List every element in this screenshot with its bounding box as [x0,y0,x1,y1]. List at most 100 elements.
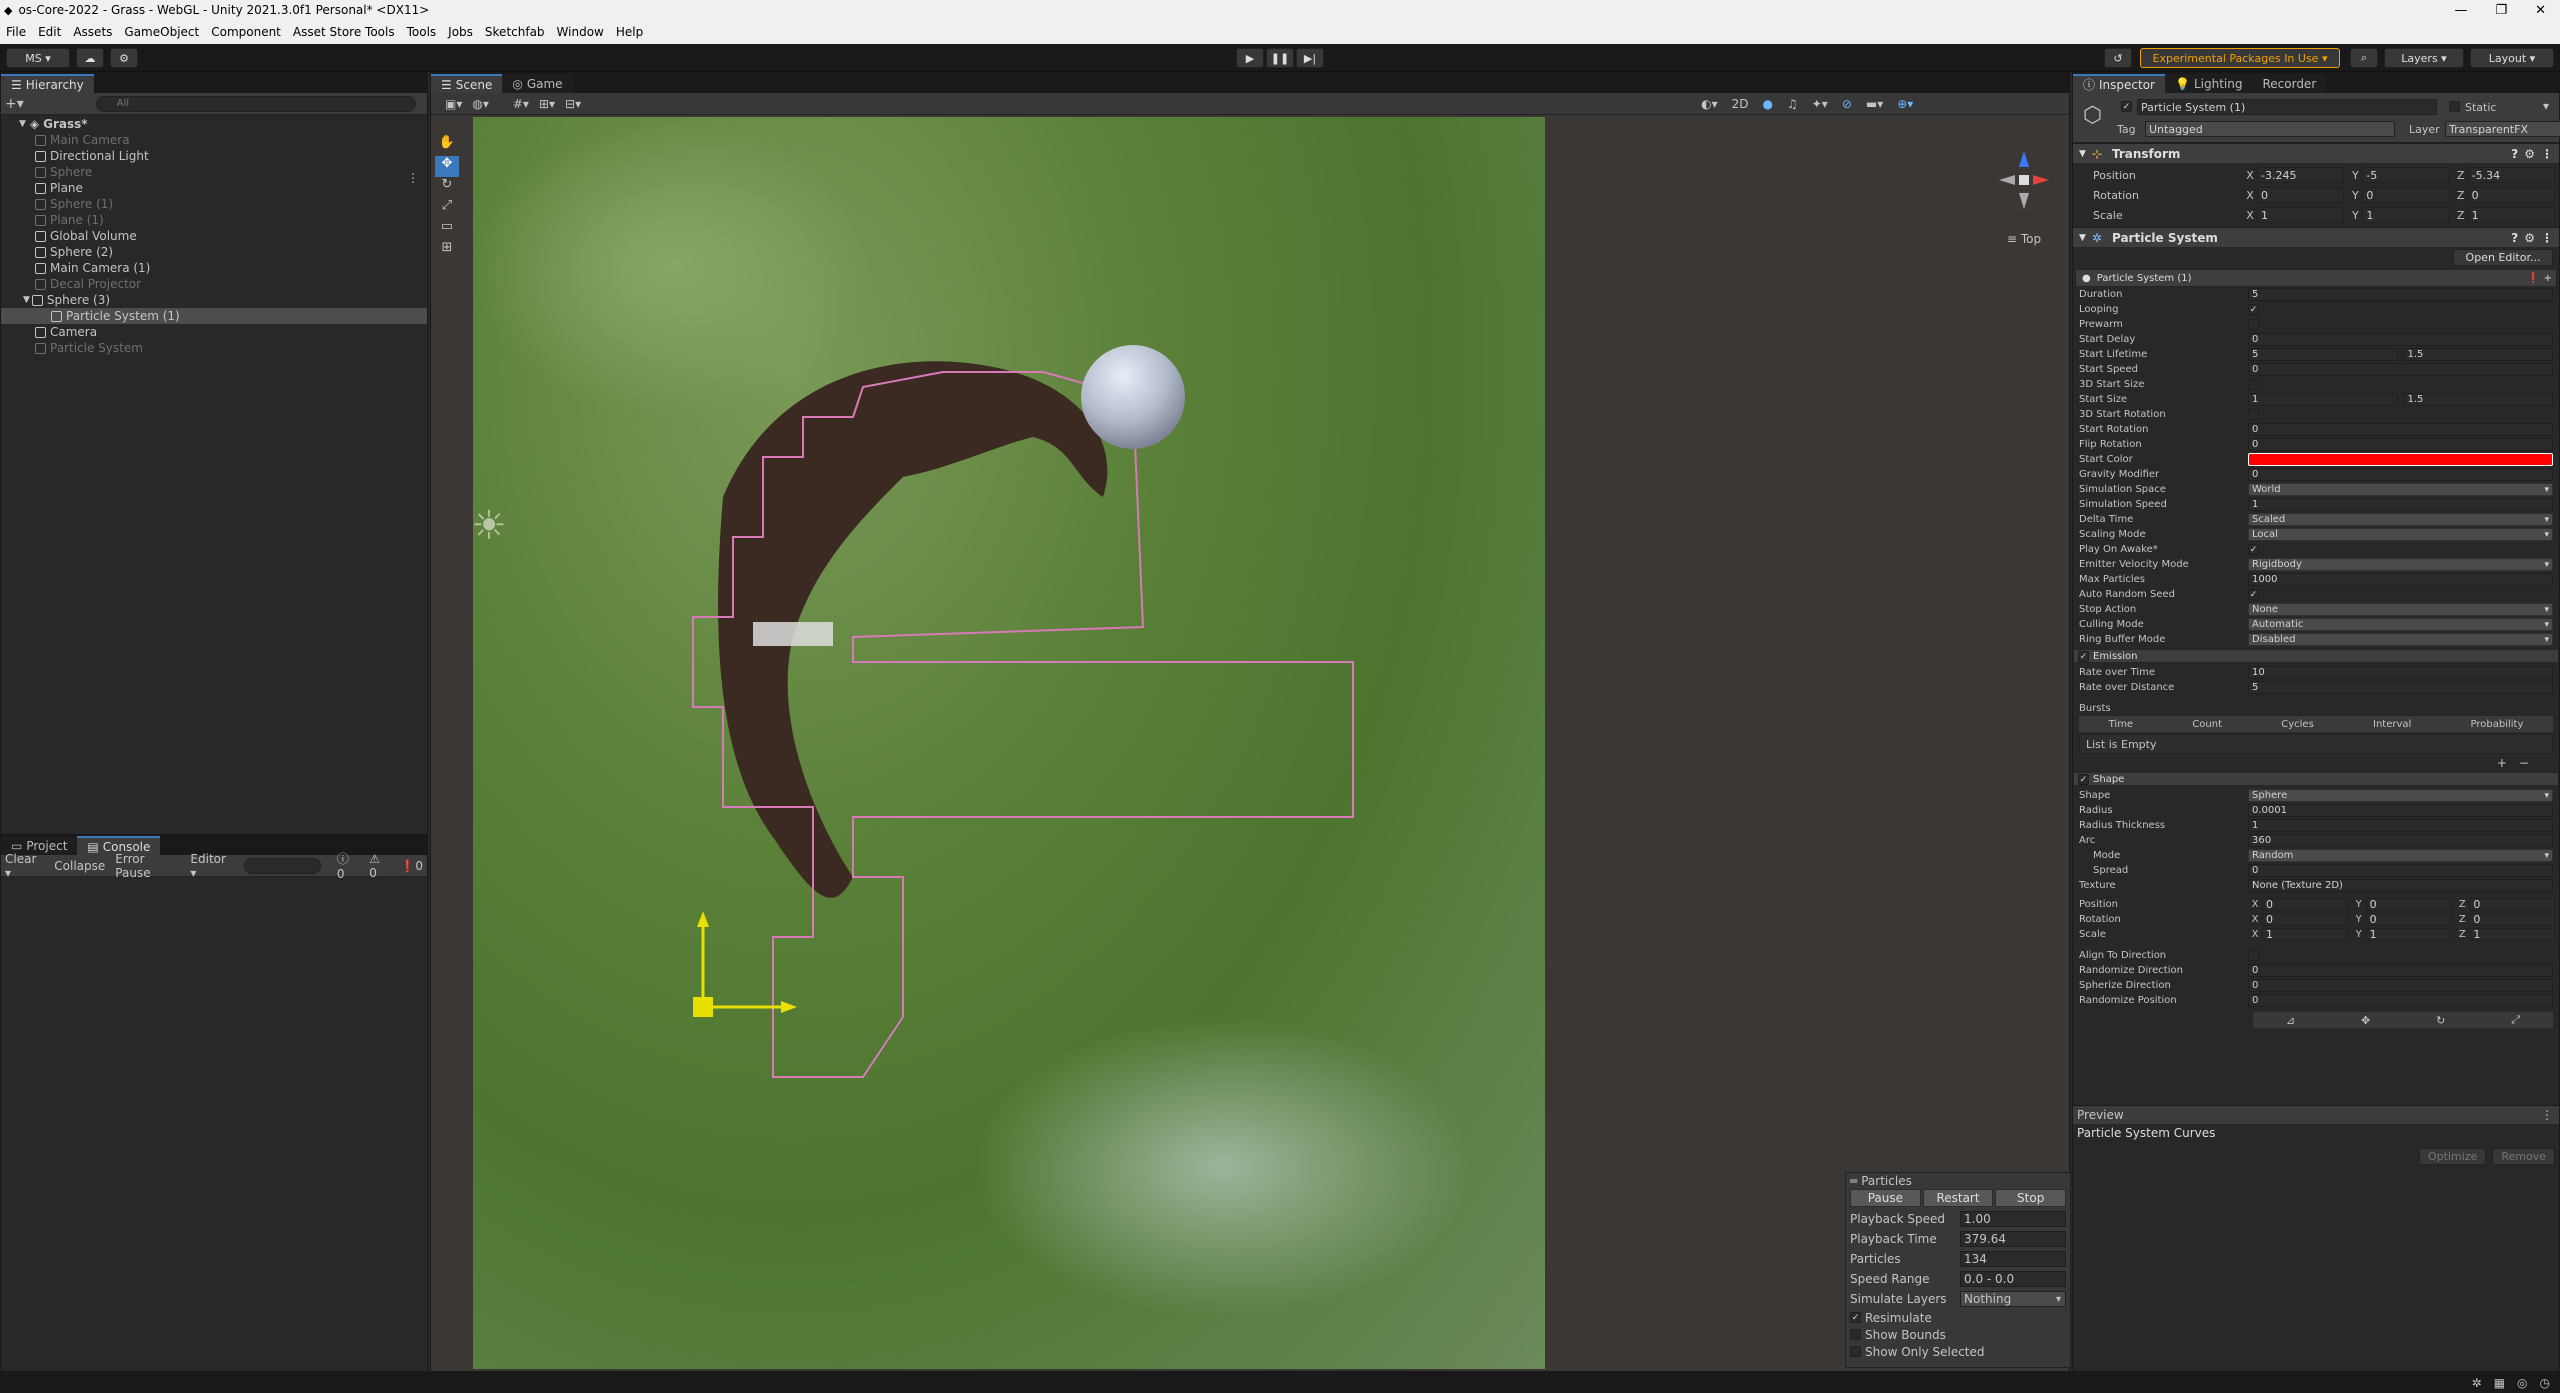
ps-field[interactable]: 10 [2248,666,2553,679]
pause-button[interactable]: ❚❚ [1266,48,1294,68]
layers-dropdown[interactable]: Layers ▾ [2384,48,2464,68]
vector-z-field[interactable]: 1 [2469,928,2556,941]
ps-field[interactable]: 5 [2248,288,2553,301]
main-module-header[interactable]: ● Particle System (1) ❗ + [2075,269,2557,287]
ps-field[interactable]: 0.0001 [2248,804,2553,817]
ps-dropdown[interactable]: Sphere ▾ [2248,789,2553,802]
ps-checkbox[interactable]: ✓ [2248,544,2259,555]
hierarchy-item[interactable]: Plane (1) [1,212,427,228]
settings-icon[interactable]: ⚙ [2524,231,2535,245]
ps-min-field[interactable]: 5 [2248,348,2398,361]
stop-particles-button[interactable]: Stop [1995,1189,2067,1207]
vector-z-field[interactable]: -5.34 [2467,167,2555,183]
ps-field[interactable]: 0 [2248,333,2553,346]
settings-icon[interactable]: ⚙ [2524,147,2535,161]
hierarchy-item[interactable]: Particle System (1) [1,308,427,324]
static-dropdown-icon[interactable]: ▾ [2543,99,2549,113]
menu-sketchfab[interactable]: Sketchfab [485,25,545,39]
emission-checkbox[interactable]: ✓ [2078,650,2089,662]
particles-stat-value[interactable]: Nothing ▾ [1960,1291,2066,1307]
menu-component[interactable]: Component [211,25,281,39]
vector-x-field[interactable]: 1 [2262,928,2348,941]
ps-dropdown[interactable]: None ▾ [2248,603,2553,616]
vector-z-field[interactable]: 0 [2469,898,2556,911]
open-editor-button[interactable]: Open Editor... [2453,249,2553,266]
start-color-swatch[interactable] [2248,453,2553,466]
vector-y-field[interactable]: 1 [2365,928,2452,941]
hierarchy-more-icon[interactable]: ⋮ [407,171,419,185]
ps-field[interactable]: 0 [2248,423,2553,436]
ps-dropdown[interactable]: Random ▾ [2248,849,2553,862]
ps-checkbox[interactable] [2248,950,2259,961]
menu-assets[interactable]: Assets [73,25,112,39]
tag-dropdown[interactable]: Untagged [2145,121,2395,137]
remove-burst-icon[interactable]: − [2519,756,2529,770]
ps-checkbox[interactable]: ✓ [2248,589,2259,600]
vector-y-field[interactable]: 0 [2362,187,2450,203]
collapse-button[interactable]: Collapse [54,859,105,873]
hierarchy-item[interactable]: Global Volume [1,228,427,244]
warning-count[interactable]: ⚠ 0 [369,852,390,880]
shape-move-icon[interactable]: ✥ [2361,1014,2370,1027]
ps-dropdown[interactable]: Automatic ▾ [2248,618,2553,631]
more-icon[interactable]: ⋮ [2541,1108,2553,1122]
particles-option-checkbox[interactable] [1850,1346,1861,1357]
console-search-input[interactable] [243,857,321,874]
ps-checkbox[interactable] [2248,379,2259,390]
gizmos-icon[interactable]: ⊕▾ [1897,97,1913,111]
remove-button[interactable]: Remove [2492,1148,2555,1165]
vector-y-field[interactable]: 0 [2365,898,2452,911]
error-pause-button[interactable]: Error Pause [115,852,180,880]
ps-checkbox[interactable]: ✓ [2248,304,2259,315]
add-icon[interactable]: +▾ [5,96,24,112]
tab-recorder[interactable]: Recorder [2252,74,2327,93]
vector-z-field[interactable]: 1 [2467,207,2555,223]
more-icon[interactable]: ⋮ [2541,147,2553,161]
increment-icon[interactable]: ⊟▾ [565,97,581,111]
restart-particles-button[interactable]: Restart [1922,1189,1994,1207]
optimize-button[interactable]: Optimize [2419,1148,2487,1165]
help-icon[interactable]: ? [2511,147,2518,161]
ps-field[interactable]: None (Texture 2D) [2248,879,2553,892]
ps-min-field[interactable]: 1 [2248,393,2398,406]
cloud-button[interactable]: ☁ [76,48,104,68]
add-module-icon[interactable]: + [2544,273,2552,284]
account-button[interactable]: MS ▾ [6,48,70,68]
more-icon[interactable]: ⋮ [2541,231,2553,245]
emission-module-header[interactable]: ✓ Emission [2073,649,2559,663]
hierarchy-item[interactable]: Sphere (2) [1,244,427,260]
rotate-tool-icon[interactable]: ↻ [435,177,459,198]
scale-tool-icon[interactable]: ⤢ [435,198,459,219]
menu-file[interactable]: File [6,25,26,39]
vector-y-field[interactable]: 1 [2362,207,2450,223]
minimize-icon[interactable]: — [2454,3,2467,18]
view-label[interactable]: ≡ Top [1989,232,2059,246]
audio-toggle-icon[interactable]: ♫ [1787,97,1798,111]
add-burst-icon[interactable]: + [2497,756,2507,770]
maximize-icon[interactable]: ❐ [2495,3,2507,18]
ps-field[interactable]: 0 [2248,964,2553,977]
tab-game[interactable]: ◎ Game [502,74,573,93]
vector-x-field[interactable]: 0 [2257,187,2345,203]
particles-stat-value[interactable]: 379.64 [1960,1231,2066,1247]
ps-field[interactable]: 0 [2248,994,2553,1007]
experimental-packages-button[interactable]: Experimental Packages In Use ▾ [2140,48,2340,68]
hierarchy-item[interactable]: Decal Projector [1,276,427,292]
close-icon[interactable]: ✕ [2535,3,2546,18]
ps-checkbox[interactable] [2248,409,2259,420]
ps-field[interactable]: 1 [2248,819,2553,832]
ps-field[interactable]: 0 [2248,864,2553,877]
camera-icon[interactable]: ◐▾ [1701,97,1718,111]
step-button[interactable]: ▶| [1296,48,1324,68]
ps-checkbox[interactable] [2248,319,2259,330]
particle-system-header[interactable]: ▼ ✲ Particle System ? ⚙ ⋮ [2073,227,2559,247]
ps-field[interactable]: 1 [2248,498,2553,511]
hierarchy-item[interactable]: Main Camera [1,132,427,148]
active-checkbox[interactable]: ✓ [2121,101,2132,112]
snap-icon[interactable]: ⊞▾ [539,97,555,111]
ps-dropdown[interactable]: Scaled ▾ [2248,513,2553,526]
vector-y-field[interactable]: 0 [2365,913,2452,926]
hand-tool-icon[interactable]: ✋ [435,135,459,156]
vector-x-field[interactable]: 0 [2262,898,2348,911]
effects-toggle-icon[interactable]: ✦▾ [1812,97,1828,111]
